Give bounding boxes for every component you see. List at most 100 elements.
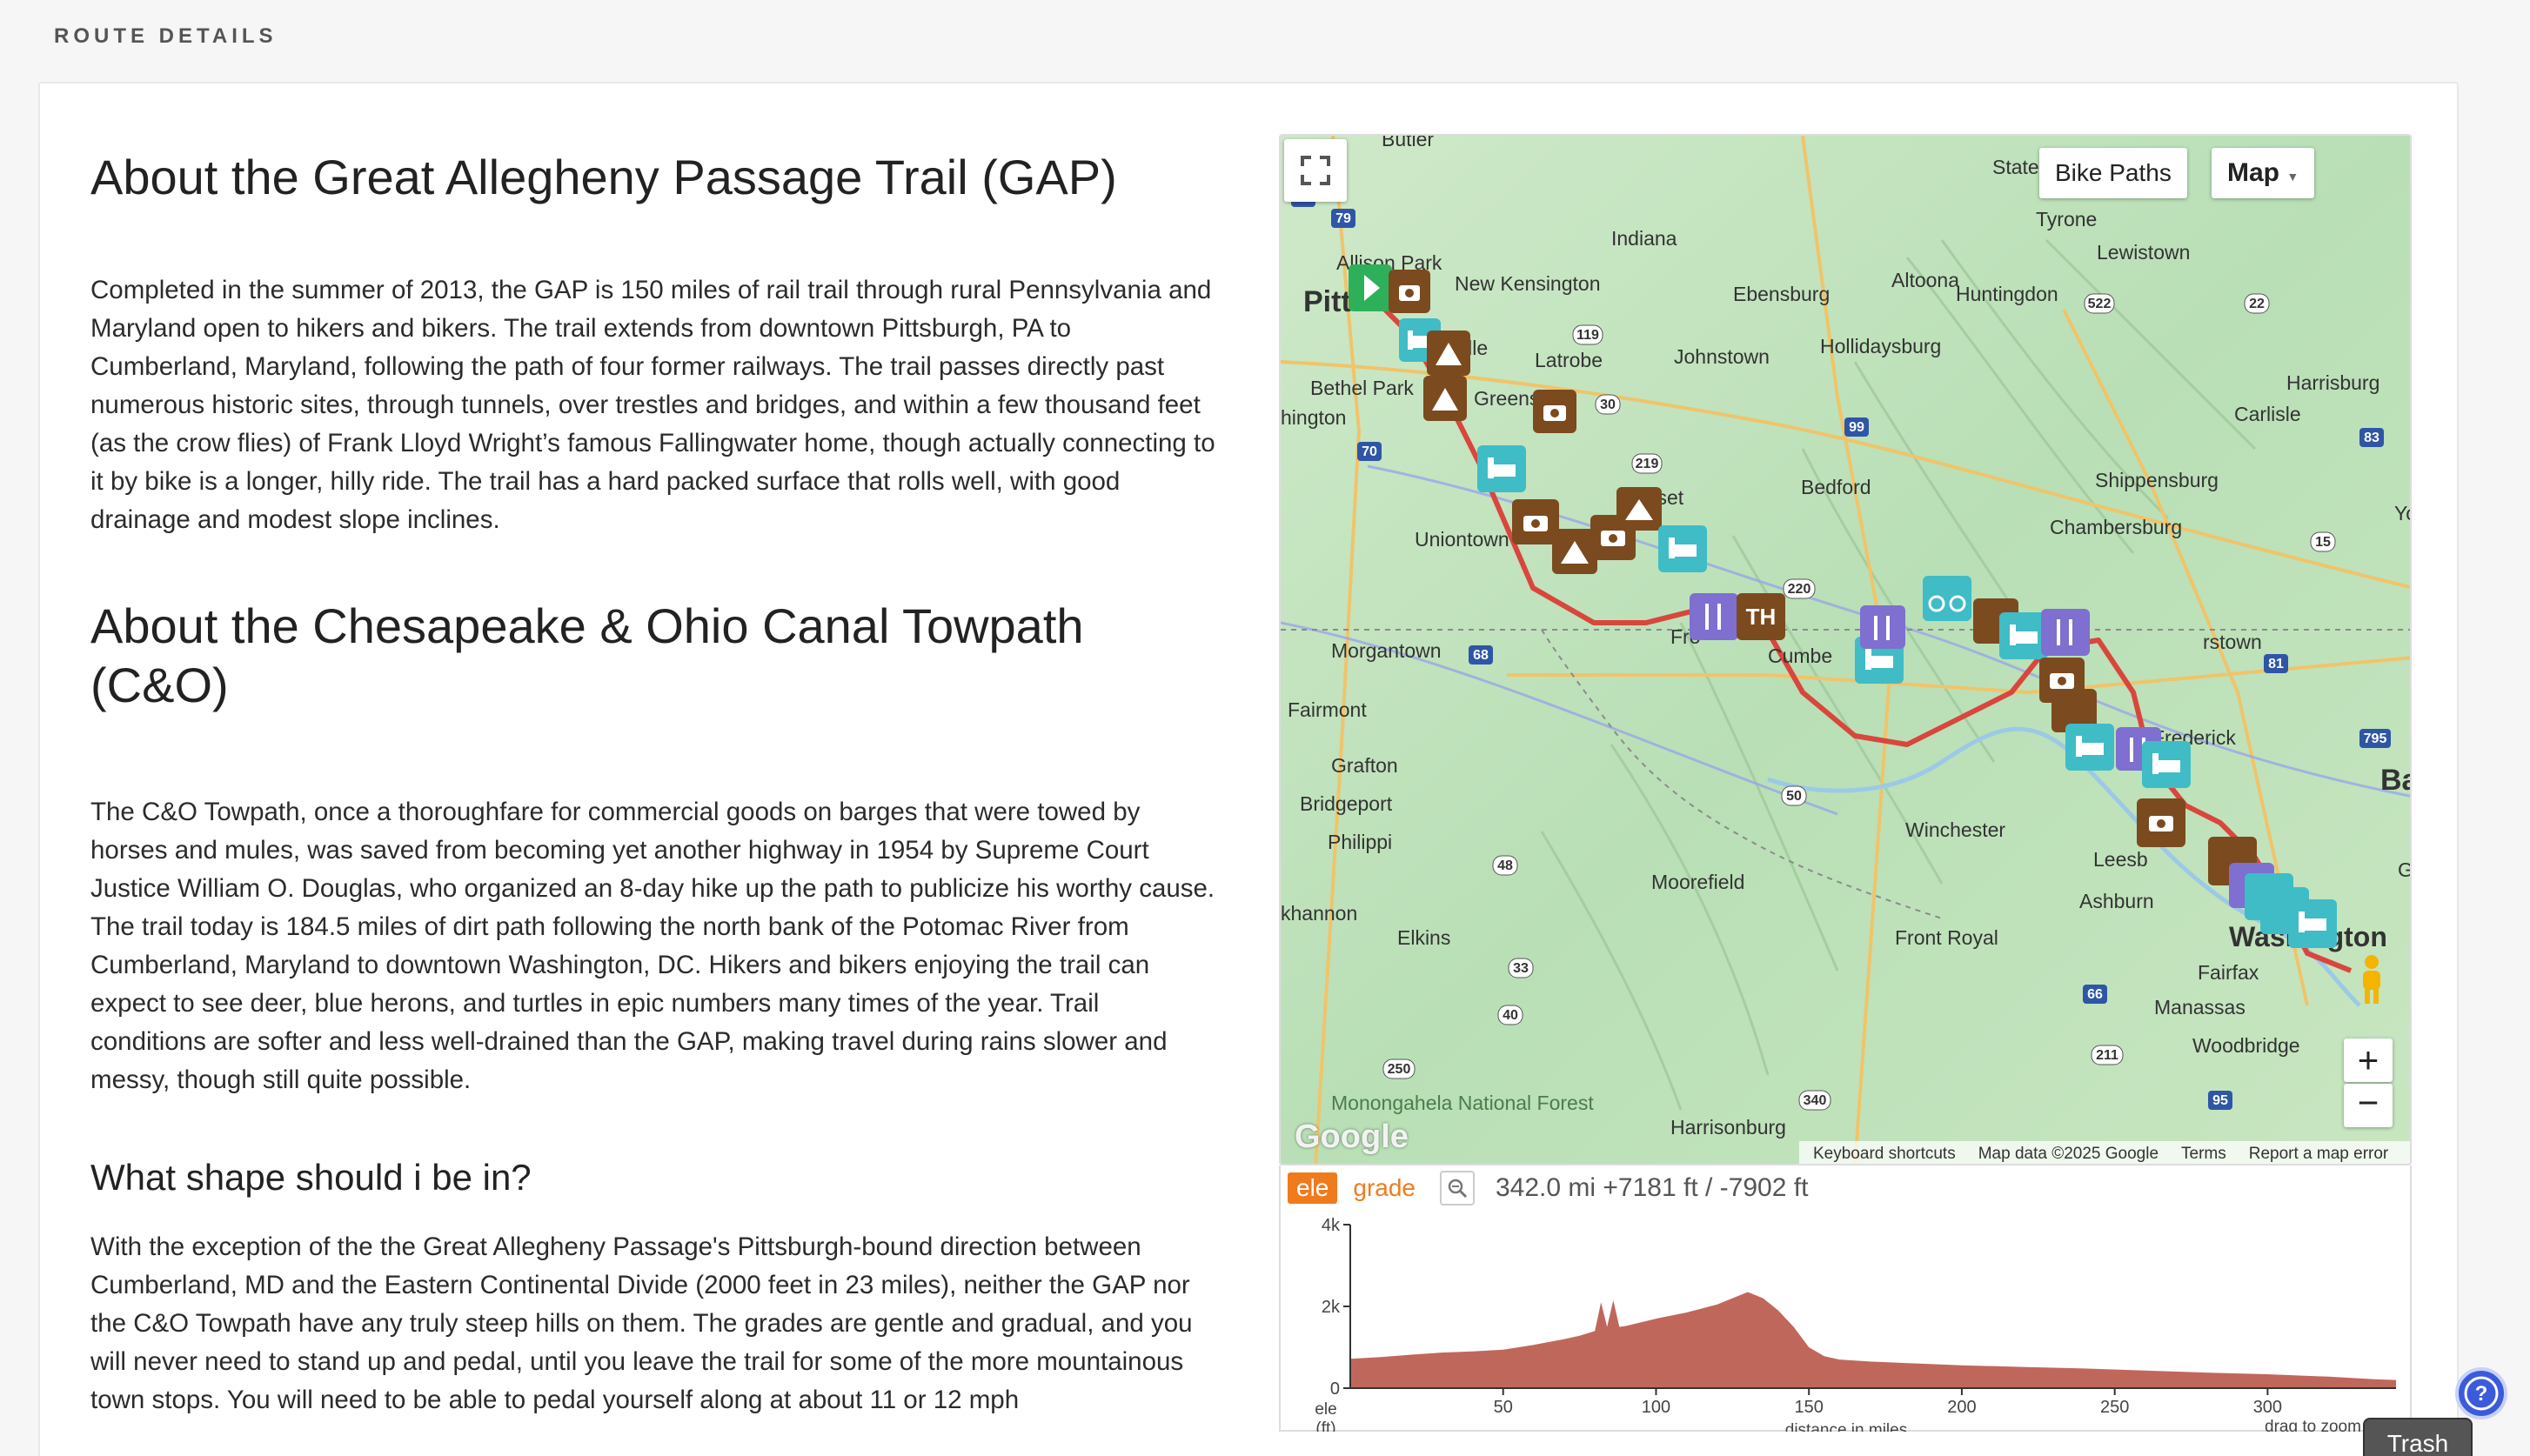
- camp-icon: [1423, 376, 1467, 421]
- fullscreen-icon: [1301, 156, 1330, 185]
- place-label: Bethel Park: [1310, 377, 1414, 399]
- place-label: Greens: [1474, 387, 1539, 410]
- elevation-chart[interactable]: 4k 2k 0ele(ft) 50 100 150 200 250 300 distance in…: [1281, 1209, 2413, 1432]
- svg-text:?: ?: [2475, 1382, 2488, 1406]
- pegman-icon[interactable]: [2356, 953, 2387, 1005]
- place-label: Johnstown: [1674, 345, 1770, 368]
- svg-text:220: 220: [1788, 582, 1811, 597]
- trash-button[interactable]: Trash: [2363, 1418, 2473, 1456]
- map-canvas[interactable]: Butler State Tyrone Lewistown Indiana Al…: [1281, 136, 2412, 1165]
- route-shield: 15: [2310, 531, 2336, 552]
- place-label: Shippensburg: [2095, 469, 2219, 491]
- route-shield: 81: [2264, 654, 2288, 673]
- svg-text:70: 70: [1362, 444, 1377, 459]
- place-label: Carlisle: [2234, 403, 2301, 425]
- svg-text:30: 30: [1600, 397, 1616, 412]
- route-shield: 79: [1331, 209, 1355, 228]
- help-button[interactable]: ?: [2455, 1367, 2507, 1419]
- svg-text:119: 119: [1576, 328, 1599, 343]
- place-label: hington: [1281, 406, 1346, 429]
- svg-text:522: 522: [2088, 297, 2112, 311]
- route-shield: 250: [1382, 1059, 1416, 1079]
- route-shield: 22: [2244, 293, 2270, 314]
- svg-text:219: 219: [1636, 457, 1659, 471]
- y-unit-label: (ft): [1315, 1419, 1335, 1432]
- place-label: Latrobe: [1535, 349, 1603, 371]
- bike-paths-button[interactable]: Bike Paths: [2039, 148, 2187, 198]
- svg-text:50: 50: [1786, 789, 1802, 804]
- svg-text:15: 15: [2315, 535, 2331, 550]
- place-label: Uniontown: [1415, 528, 1509, 551]
- place-label: Yo: [2394, 502, 2412, 524]
- route-shield: 48: [1492, 855, 1518, 876]
- svg-text:250: 250: [1388, 1062, 1411, 1077]
- route-shield: 70: [1357, 442, 1382, 461]
- report-error-link[interactable]: Report a map error: [2249, 1145, 2389, 1164]
- camp-icon: [1427, 331, 1470, 376]
- route-shield: 95: [2208, 1091, 2232, 1110]
- fork-knife-icon: [1860, 605, 1905, 649]
- route-shield: 30: [1595, 394, 1621, 415]
- elevation-profile[interactable]: ele grade 342.0 mi +7181 ft / -7902 ft 4…: [1279, 1165, 2412, 1432]
- tab-grade[interactable]: grade: [1348, 1172, 1421, 1204]
- co-title: About the Chesapeake & Ohio Canal Towpat…: [90, 598, 1084, 712]
- fork-knife-icon: [2041, 609, 2090, 656]
- start-icon: [1349, 264, 1392, 311]
- svg-text:22: 22: [2249, 297, 2265, 311]
- zoom-out-button[interactable]: −: [2344, 1084, 2393, 1127]
- google-logo: Google: [1295, 1119, 1409, 1155]
- place-label: Woodbridge: [2192, 1034, 2300, 1057]
- keyboard-shortcuts-link[interactable]: Keyboard shortcuts: [1813, 1145, 1956, 1164]
- x-tick-label: 100: [1642, 1398, 1670, 1417]
- shape-title: What shape should i be in?: [90, 1157, 532, 1198]
- svg-text:340: 340: [1804, 1093, 1827, 1108]
- place-label: Monongahela National Forest: [1331, 1092, 1594, 1114]
- place-label: Fairmont: [1288, 698, 1367, 721]
- bed-icon: [1658, 525, 1707, 572]
- route-shield: 33: [1508, 958, 1534, 978]
- tab-elevation[interactable]: ele: [1288, 1172, 1338, 1204]
- svg-text:99: 99: [1849, 420, 1864, 435]
- place-label: Leesb: [2093, 848, 2148, 871]
- place-label: State: [1992, 156, 2039, 178]
- place-label: Ashburn: [2079, 890, 2154, 912]
- bed-icon: [1999, 612, 2048, 659]
- question-icon: ?: [2464, 1376, 2499, 1411]
- bed-icon: [2065, 724, 2114, 771]
- section-heading: ROUTE DETAILS: [54, 24, 278, 48]
- place-label: Cumbe: [1768, 645, 1832, 667]
- route-map[interactable]: Butler State Tyrone Lewistown Indiana Al…: [1279, 134, 2412, 1165]
- camera-icon: [1512, 499, 1559, 544]
- svg-text:33: 33: [1513, 961, 1529, 976]
- svg-text:83: 83: [2364, 431, 2379, 445]
- svg-text:81: 81: [2268, 657, 2284, 671]
- svg-text:79: 79: [1335, 211, 1351, 226]
- route-shield: 68: [1469, 645, 1493, 665]
- place-label: Bedford: [1801, 476, 1871, 498]
- x-tick-label: 50: [1494, 1398, 1513, 1417]
- svg-text:48: 48: [1497, 858, 1513, 873]
- place-label: Tyrone: [2036, 208, 2097, 230]
- place-label: rstown: [2203, 631, 2262, 653]
- zoom-hint: drag to zoom in: [2265, 1418, 2379, 1432]
- svg-text:95: 95: [2212, 1093, 2228, 1108]
- terms-link[interactable]: Terms: [2181, 1145, 2226, 1164]
- map-type-button[interactable]: Map ▼: [2212, 148, 2315, 198]
- fork-knife-icon: [1690, 593, 1738, 640]
- zoom-reset-button[interactable]: [1440, 1171, 1475, 1206]
- svg-text:TH: TH: [1746, 604, 1777, 630]
- fullscreen-button[interactable]: [1284, 139, 1347, 202]
- zoom-in-button[interactable]: +: [2344, 1039, 2393, 1082]
- route-shield: 219: [1631, 453, 1663, 474]
- place-label: Ba: [2380, 764, 2412, 797]
- y-tick-label: 4k: [1322, 1216, 1341, 1235]
- place-label: Indiana: [1611, 227, 1677, 250]
- route-shield: 220: [1783, 578, 1816, 599]
- map-type-label: Map: [2227, 158, 2279, 187]
- camp-icon: [1616, 487, 1662, 531]
- shape-body: With the exception of the the Great Alle…: [90, 1232, 1193, 1414]
- map-attribution: Keyboard shortcuts Map data ©2025 Google…: [1799, 1141, 2410, 1164]
- route-shield: 522: [2084, 293, 2115, 314]
- place-label: Front Royal: [1895, 926, 1998, 949]
- place-label: Manassas: [2154, 996, 2246, 1019]
